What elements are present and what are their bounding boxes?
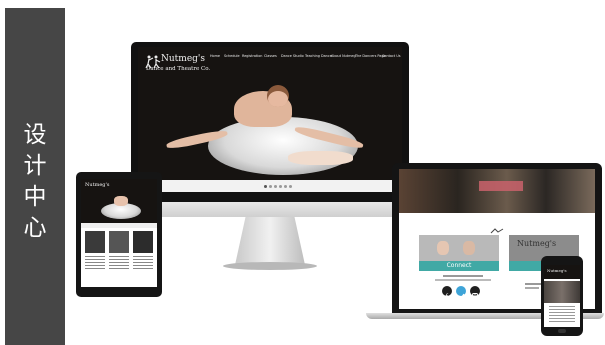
monitor-screen: Home Schedule Registration Classes Dance… <box>138 47 402 192</box>
connect-card[interactable]: Connect <box>419 235 499 271</box>
twitter-icon[interactable] <box>456 286 466 299</box>
tablet-hero: Nutmeg's <box>81 179 157 223</box>
hero-image <box>138 47 402 180</box>
sidebar-title-char: 设 <box>23 122 47 148</box>
monitor-stand <box>235 217 305 265</box>
tablet-thumb[interactable] <box>85 231 105 253</box>
instagram-icon[interactable] <box>470 286 480 299</box>
phone-logo: Nutmeg's <box>547 268 567 273</box>
slider-dot[interactable] <box>264 185 267 188</box>
sidebar-title: 设 计 中 心 <box>5 120 65 244</box>
hero-slider-bar <box>138 180 402 192</box>
monitor-chin <box>131 202 409 217</box>
laptop-hero <box>399 169 595 213</box>
connect-label: Connect <box>419 261 499 271</box>
tablet-device: Nutmeg's <box>76 172 162 297</box>
phone-header: Nutmeg's <box>544 265 580 279</box>
slider-dot[interactable] <box>269 185 272 188</box>
tablet-thumb[interactable] <box>133 231 153 253</box>
slider-dot[interactable] <box>279 185 282 188</box>
phone-device: Nutmeg's <box>541 256 583 336</box>
slider-dot[interactable] <box>284 185 287 188</box>
tablet-screen: Nutmeg's <box>81 179 157 287</box>
svg-text:f: f <box>446 293 449 301</box>
phone-hero <box>544 281 580 303</box>
tablet-logo: Nutmeg's <box>85 182 110 188</box>
sidebar-title-char: 计 <box>23 153 47 179</box>
slider-dot[interactable] <box>289 185 292 188</box>
slider-dot[interactable] <box>274 185 277 188</box>
phone-screen: Nutmeg's <box>544 265 580 327</box>
laptop-logo-icon <box>489 219 505 234</box>
nutmeg-card-text: Nutmeg's <box>517 239 557 248</box>
facebook-icon[interactable]: f <box>442 286 452 301</box>
sidebar-panel: 设 计 中 心 <box>5 8 65 345</box>
sidebar-title-char: 中 <box>23 184 47 210</box>
monitor-base <box>223 262 317 270</box>
tablet-thumb[interactable] <box>109 231 129 253</box>
phone-home-button[interactable] <box>558 329 566 333</box>
desktop-monitor: Home Schedule Registration Classes Dance… <box>131 42 409 270</box>
sidebar-title-char: 心 <box>23 215 47 241</box>
